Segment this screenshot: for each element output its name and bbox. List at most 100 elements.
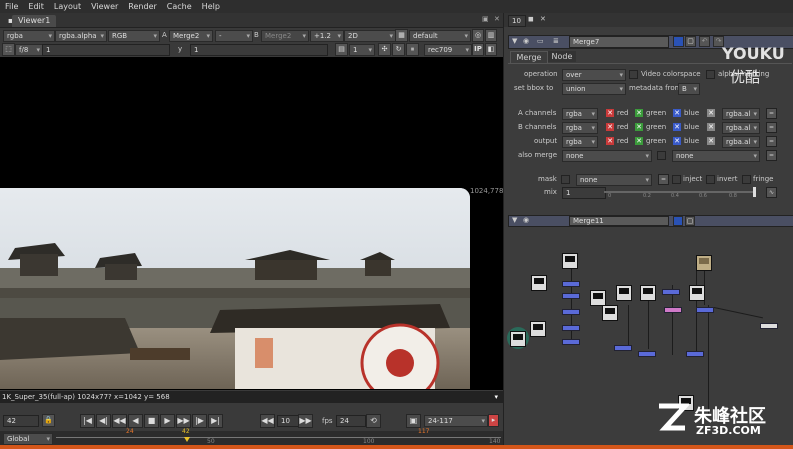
play-backward-button[interactable]: ◀◀ — [112, 414, 127, 428]
lock-panels-icon[interactable]: ◼ — [528, 15, 534, 23]
center-node-icon-2[interactable]: ◉ — [523, 216, 529, 224]
merge-node[interactable] — [562, 309, 580, 315]
proxy-icon[interactable]: ▤ — [335, 43, 348, 56]
b-channels-link-icon[interactable]: = — [766, 122, 777, 133]
out-alpha-checkbox[interactable]: ✕ — [707, 137, 715, 145]
a-blue-checkbox[interactable]: ✕ — [673, 109, 681, 117]
mask-checkbox[interactable] — [561, 175, 570, 184]
operation-dropdown[interactable]: over — [562, 69, 626, 81]
tab-merge[interactable]: Merge — [510, 51, 548, 63]
merge-node-selected[interactable] — [664, 307, 682, 313]
a-channels-dropdown[interactable]: rgba — [562, 108, 598, 120]
playhead-marker[interactable]: 42 — [182, 428, 190, 435]
b-green-checkbox[interactable]: ✕ — [635, 123, 643, 131]
node-mode-icon[interactable]: ≣ — [553, 37, 559, 45]
invert-checkbox[interactable] — [706, 175, 715, 184]
last-frame-button[interactable]: ▶| — [208, 414, 223, 428]
clipping-warning-icon[interactable]: ⬚ — [2, 43, 15, 56]
float-pane-icon[interactable]: ▣ — [482, 15, 489, 23]
timeline[interactable]: Global 24 42 50 100 117 140 — [0, 428, 503, 445]
a-alpha-checkbox[interactable]: ✕ — [707, 109, 715, 117]
read-node[interactable] — [590, 290, 606, 306]
menu-help[interactable]: Help — [197, 2, 225, 11]
mix-field[interactable]: 1 — [562, 187, 606, 199]
image-thumbnail-node[interactable] — [696, 255, 712, 271]
display-dropdown[interactable]: RGB — [108, 30, 160, 42]
center-node-icon[interactable]: ◉ — [523, 37, 529, 45]
view-mode-dropdown[interactable]: 2D — [344, 30, 396, 42]
lock-icon[interactable]: ▦ — [395, 29, 408, 42]
read-node[interactable] — [616, 285, 632, 301]
collapse-icon[interactable]: ▼ — [512, 37, 517, 45]
merge-node[interactable] — [562, 339, 580, 345]
menu-layout[interactable]: Layout — [49, 2, 86, 11]
also-merge-dropdown[interactable]: none — [562, 150, 652, 162]
out-alpha-dropdown[interactable]: rgba.al — [722, 136, 760, 148]
fps-field[interactable]: 24 — [336, 415, 366, 427]
first-frame-button[interactable]: |◀ — [80, 414, 95, 428]
collapse-icon-2[interactable]: ▼ — [512, 216, 517, 224]
snapshot-icon[interactable]: ◎ — [472, 29, 484, 42]
max-panels-field[interactable]: 10 — [508, 15, 526, 27]
lut-dropdown[interactable]: default — [409, 30, 471, 42]
frame-increment-field[interactable]: 10 — [277, 415, 299, 427]
timeline-mode-dropdown[interactable]: Global — [3, 433, 53, 445]
current-frame-field[interactable]: 42 — [3, 415, 39, 427]
skip-back-button[interactable]: ◀◀ — [260, 414, 275, 428]
node-color-icon[interactable] — [673, 36, 684, 47]
also-merge-dropdown-2[interactable]: none — [672, 150, 760, 162]
frame-lock-icon[interactable]: 🔒 — [42, 414, 55, 427]
also-merge-checkbox[interactable] — [657, 151, 666, 160]
output-link-icon[interactable]: = — [766, 136, 777, 147]
float-panel-icon-2[interactable]: ▢ — [685, 216, 695, 226]
gamma-field[interactable]: 1 — [190, 44, 328, 56]
b-red-checkbox[interactable]: ✕ — [606, 123, 614, 131]
layer-dropdown[interactable]: rgba.alpha — [55, 30, 107, 42]
colorspace-dropdown[interactable]: rec709 — [424, 44, 472, 56]
merge-node[interactable] — [686, 351, 704, 357]
node-name-field-2[interactable]: Merge11 — [569, 216, 669, 226]
channels-dropdown[interactable]: rgba — [3, 30, 55, 42]
gain-dropdown[interactable]: +1.2 — [310, 30, 344, 42]
frame-range-dropdown[interactable]: 24-117 — [424, 415, 488, 427]
mask-dropdown[interactable]: none — [576, 174, 652, 186]
set-bbox-dropdown[interactable]: union — [562, 83, 626, 95]
a-channels-link-icon[interactable]: = — [766, 108, 777, 119]
merge-node[interactable] — [562, 325, 580, 331]
menu-file[interactable]: File — [0, 2, 23, 11]
roi-icon[interactable]: ✣ — [378, 43, 391, 56]
fstop-dropdown[interactable]: f/8 — [15, 44, 43, 56]
menu-viewer[interactable]: Viewer — [86, 2, 123, 11]
merge-node[interactable] — [662, 289, 680, 295]
a-red-checkbox[interactable]: ✕ — [606, 109, 614, 117]
input-process-button[interactable]: IP — [472, 43, 484, 56]
out-red-checkbox[interactable]: ✕ — [606, 137, 614, 145]
merge-node[interactable] — [638, 351, 656, 357]
read-node[interactable] — [602, 305, 618, 321]
pause-icon[interactable]: ⏸ — [406, 43, 419, 56]
fringe-checkbox[interactable] — [742, 175, 751, 184]
out-green-checkbox[interactable]: ✕ — [635, 137, 643, 145]
skip-forward-button[interactable]: ▶▶ — [298, 414, 313, 428]
out-blue-checkbox[interactable]: ✕ — [673, 137, 681, 145]
float-panel-icon[interactable]: ▢ — [685, 36, 696, 47]
playhead-icon[interactable] — [184, 437, 190, 442]
tab-viewer1[interactable]: Viewer1 — [12, 15, 57, 27]
mix-slider-handle[interactable] — [753, 187, 756, 197]
gain-field[interactable]: 1 — [42, 44, 170, 56]
viewer-node[interactable] — [760, 323, 778, 329]
menu-render[interactable]: Render — [123, 2, 161, 11]
wipe-blend-dropdown[interactable]: - — [215, 30, 253, 42]
video-colorspace-checkbox[interactable] — [629, 70, 638, 79]
merge-node[interactable] — [696, 307, 714, 313]
menu-cache[interactable]: Cache — [162, 2, 197, 11]
refresh-icon[interactable]: ↻ — [392, 43, 405, 56]
merge-node[interactable] — [614, 345, 632, 351]
b-input-dropdown[interactable]: Merge2 — [261, 30, 309, 42]
flipbook-icon[interactable]: ▣ — [406, 414, 421, 428]
undo-icon[interactable]: ↶ — [699, 36, 710, 47]
b-blue-checkbox[interactable]: ✕ — [673, 123, 681, 131]
channel-mask-icon[interactable]: ◧ — [485, 43, 497, 56]
step-back-button[interactable]: ◀ — [128, 414, 143, 428]
a-green-checkbox[interactable]: ✕ — [635, 109, 643, 117]
